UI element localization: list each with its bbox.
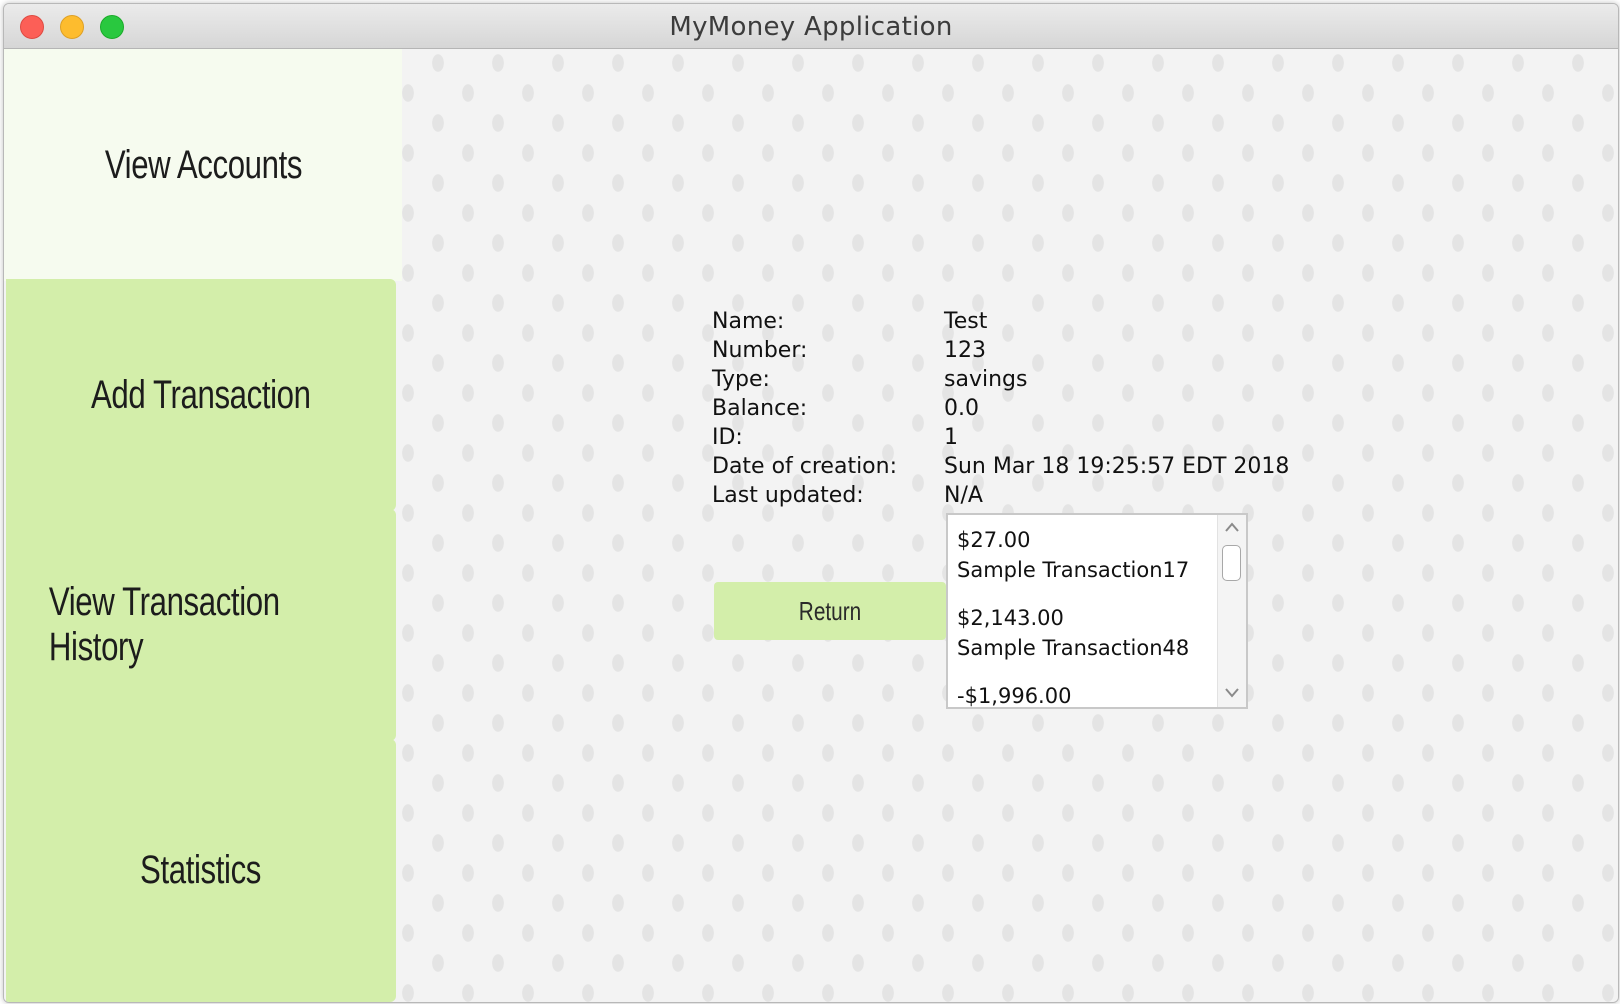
- detail-value: 0.0: [944, 396, 979, 421]
- main-content: View Accounts Add Transaction View Trans…: [4, 49, 1618, 1002]
- return-button-label: Return: [798, 595, 862, 626]
- scrollbar-thumb[interactable]: [1222, 545, 1241, 581]
- nav-statistics[interactable]: Statistics: [6, 739, 396, 1002]
- transaction-amount: $27.00: [957, 528, 1031, 552]
- chevron-up-icon[interactable]: [1218, 517, 1246, 539]
- list-item[interactable]: -$1,996.00: [957, 681, 1219, 708]
- detail-value: savings: [944, 367, 1028, 392]
- app-window: MyMoney Application View Accounts Add Tr…: [3, 3, 1619, 1003]
- nav-view-transaction-history[interactable]: View Transaction History: [6, 509, 396, 741]
- return-button[interactable]: Return: [714, 582, 946, 640]
- detail-value: Sun Mar 18 19:25:57 EDT 2018: [944, 454, 1290, 479]
- detail-value: Test: [944, 309, 988, 334]
- nav-add-transaction-label: Add Transaction: [91, 372, 311, 417]
- detail-value: N/A: [944, 483, 983, 508]
- nav-statistics-label: Statistics: [140, 848, 262, 892]
- transaction-name: Sample Transaction17: [957, 558, 1190, 582]
- detail-label: Last updated:: [712, 483, 864, 508]
- vertical-scrollbar[interactable]: [1217, 515, 1246, 707]
- nav-add-transaction[interactable]: Add Transaction: [6, 279, 396, 511]
- detail-value: 123: [944, 338, 986, 363]
- detail-label: Date of creation:: [712, 454, 898, 479]
- sidebar: View Accounts Add Transaction View Trans…: [4, 49, 404, 1002]
- chevron-down-icon[interactable]: [1218, 683, 1246, 705]
- transaction-amount: -$1,996.00: [957, 684, 1072, 708]
- nav-view-accounts-label: View Accounts: [104, 142, 302, 187]
- nav-view-accounts[interactable]: View Accounts: [4, 49, 402, 281]
- list-item[interactable]: $2,143.00 Sample Transaction48: [957, 603, 1219, 681]
- window-title: MyMoney Application: [669, 12, 953, 42]
- transaction-name: Sample Transaction48: [957, 636, 1190, 660]
- detail-value: 1: [944, 425, 958, 450]
- detail-label: Balance:: [712, 396, 808, 421]
- detail-label: Name:: [712, 309, 785, 334]
- transaction-items: $27.00 Sample Transaction17 $2,143.00 Sa…: [957, 525, 1219, 708]
- title-bar[interactable]: MyMoney Application: [4, 4, 1618, 49]
- nav-view-transaction-history-label: View Transaction History: [48, 580, 280, 669]
- detail-label: Number:: [712, 338, 808, 363]
- transaction-list[interactable]: $27.00 Sample Transaction17 $2,143.00 Sa…: [946, 513, 1248, 709]
- detail-label: ID:: [712, 425, 743, 450]
- transaction-amount: $2,143.00: [957, 606, 1064, 630]
- detail-label: Type:: [712, 367, 770, 392]
- list-item[interactable]: $27.00 Sample Transaction17: [957, 525, 1219, 603]
